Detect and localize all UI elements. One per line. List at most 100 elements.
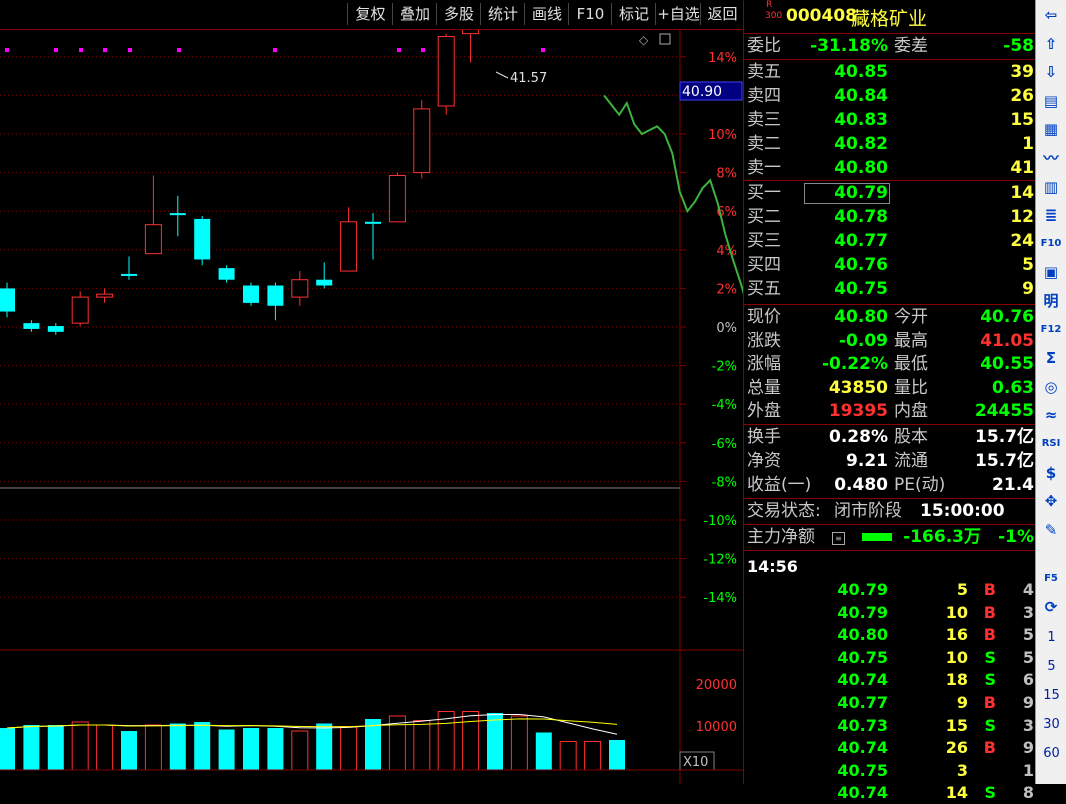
toolbar-btn-0[interactable]: 复权: [347, 3, 393, 25]
volume-bar[interactable]: [462, 711, 480, 771]
volume-bar[interactable]: [121, 731, 137, 770]
marker-dot: [273, 48, 277, 52]
candle[interactable]: [316, 279, 333, 286]
toolbar-btn-5[interactable]: F10: [568, 3, 612, 25]
period-60[interactable]: 60: [1036, 746, 1066, 761]
volume-bar[interactable]: [96, 724, 114, 771]
toolbar-btn-3[interactable]: 统计: [480, 3, 525, 25]
asks-row-2[interactable]: 卖三 40.83 15: [744, 109, 1036, 132]
candle[interactable]: [365, 221, 381, 224]
volume-bar[interactable]: [559, 741, 577, 771]
main-flow-row[interactable]: 主力净额 ≡ -166.3万 -1%: [744, 526, 1036, 549]
line-chart-icon[interactable]: 〰: [1040, 147, 1062, 169]
list-icon[interactable]: ≡: [832, 532, 845, 545]
tick-row-7: 40.74 26 B 9: [837, 738, 1034, 758]
candle[interactable]: [169, 213, 186, 216]
move-icon[interactable]: ✥: [1040, 490, 1062, 512]
wave-icon[interactable]: ≈: [1040, 404, 1062, 426]
circle-icon[interactable]: ◎: [1040, 376, 1062, 398]
refresh-icon[interactable]: ⟳: [1040, 596, 1062, 618]
candle[interactable]: [388, 174, 406, 223]
toolbar-btn-1[interactable]: 叠加: [392, 3, 437, 25]
candle-icon[interactable]: ▥: [1040, 176, 1062, 198]
period-15[interactable]: 15: [1036, 688, 1066, 703]
toolbar-btn-2[interactable]: 多股: [436, 3, 481, 25]
volume-bar[interactable]: [340, 726, 358, 771]
volume-bar[interactable]: [243, 728, 259, 770]
candle[interactable]: [121, 273, 137, 276]
stock-code: 000408: [786, 6, 857, 26]
candle[interactable]: [218, 268, 235, 280]
asks-row-0[interactable]: 卖五 40.85 39: [744, 61, 1036, 84]
candle[interactable]: [194, 218, 211, 260]
volume-bar[interactable]: [0, 728, 15, 770]
period-5[interactable]: 5: [1036, 659, 1066, 674]
volume-bar[interactable]: [71, 721, 89, 771]
volume-bar[interactable]: [316, 723, 333, 771]
bids-row-0[interactable]: 买一 40.79 14: [744, 182, 1036, 205]
candle[interactable]: [71, 296, 89, 324]
volume-bar[interactable]: [291, 730, 309, 771]
volume-bar[interactable]: [510, 715, 528, 771]
arrow-down-icon[interactable]: ⇩: [1040, 61, 1062, 83]
info-icon[interactable]: ▣: [1040, 261, 1062, 283]
candle[interactable]: [0, 288, 15, 312]
candle[interactable]: [144, 224, 162, 255]
candle[interactable]: [23, 323, 40, 329]
candle[interactable]: [96, 293, 114, 298]
volume-bar[interactable]: [584, 741, 602, 771]
candle[interactable]: [462, 30, 480, 35]
volume-bar[interactable]: [365, 719, 381, 770]
period-1[interactable]: 1: [1036, 630, 1066, 645]
f12-icon[interactable]: F12: [1040, 319, 1062, 341]
marker-dot: [128, 48, 132, 52]
period-30[interactable]: 30: [1036, 717, 1066, 732]
kline-chart[interactable]: 14%12%10%8%6%4%2%0%-2%-4%-6%-8%-10%-12%-…: [0, 30, 743, 784]
asks-row-1[interactable]: 卖四 40.84 26: [744, 85, 1036, 108]
candle[interactable]: [47, 326, 64, 332]
candle[interactable]: [267, 285, 284, 306]
toolbar-btn-6[interactable]: 标记: [611, 3, 656, 25]
ming-icon[interactable]: 明: [1040, 290, 1062, 312]
diamond-icon[interactable]: ◇: [639, 33, 649, 47]
tick-row-1: 40.79 10 B 3: [837, 602, 1034, 622]
volume-bar[interactable]: [535, 732, 552, 771]
volume-bar[interactable]: [413, 720, 431, 771]
volume-bar[interactable]: [218, 729, 235, 771]
window-icon[interactable]: [659, 33, 671, 45]
f10-icon[interactable]: F10: [1040, 233, 1062, 255]
toolbar-btn-8[interactable]: 返回: [700, 3, 744, 25]
candle[interactable]: [291, 279, 309, 298]
toolbar-btn-7[interactable]: +自选: [655, 3, 701, 25]
bids-row-4[interactable]: 买五 40.75 9: [744, 278, 1036, 301]
volume-bar[interactable]: [47, 725, 64, 770]
volume-bar[interactable]: [144, 724, 162, 771]
pencil-icon[interactable]: ✎: [1040, 519, 1062, 541]
table-icon[interactable]: ▦: [1040, 118, 1062, 140]
volume-bar[interactable]: [437, 711, 455, 771]
asks-row-4[interactable]: 卖一 40.80 41: [744, 157, 1036, 180]
candle[interactable]: [437, 36, 455, 107]
bids-row-3[interactable]: 买四 40.76 5: [744, 254, 1036, 277]
bids-row-1[interactable]: 买二 40.78 12: [744, 206, 1036, 229]
candle[interactable]: [340, 221, 358, 272]
sigma-icon[interactable]: Σ: [1040, 347, 1062, 369]
dollar-icon[interactable]: $: [1040, 462, 1062, 484]
candle[interactable]: [243, 285, 259, 303]
bids-row-2[interactable]: 买三 40.77 24: [744, 230, 1036, 253]
asks-row-3[interactable]: 卖二 40.82 1: [744, 133, 1036, 156]
volume-bar[interactable]: [267, 728, 284, 770]
rsi-icon[interactable]: RSI: [1040, 433, 1062, 455]
volume-bar[interactable]: [23, 725, 40, 770]
arrow-left-icon[interactable]: ⇦: [1040, 4, 1062, 26]
report-icon[interactable]: ▤: [1040, 90, 1062, 112]
volume-bar[interactable]: [487, 713, 503, 770]
f5-icon[interactable]: F5: [1040, 568, 1062, 590]
volume-bar[interactable]: [194, 722, 211, 770]
volume-bar[interactable]: [169, 723, 186, 771]
volume-bar[interactable]: [609, 740, 625, 770]
toolbar-btn-4[interactable]: 画线: [524, 3, 569, 25]
list-icon[interactable]: ≣: [1040, 204, 1062, 226]
arrow-up-icon[interactable]: ⇧: [1040, 33, 1062, 55]
candle[interactable]: [413, 108, 431, 174]
